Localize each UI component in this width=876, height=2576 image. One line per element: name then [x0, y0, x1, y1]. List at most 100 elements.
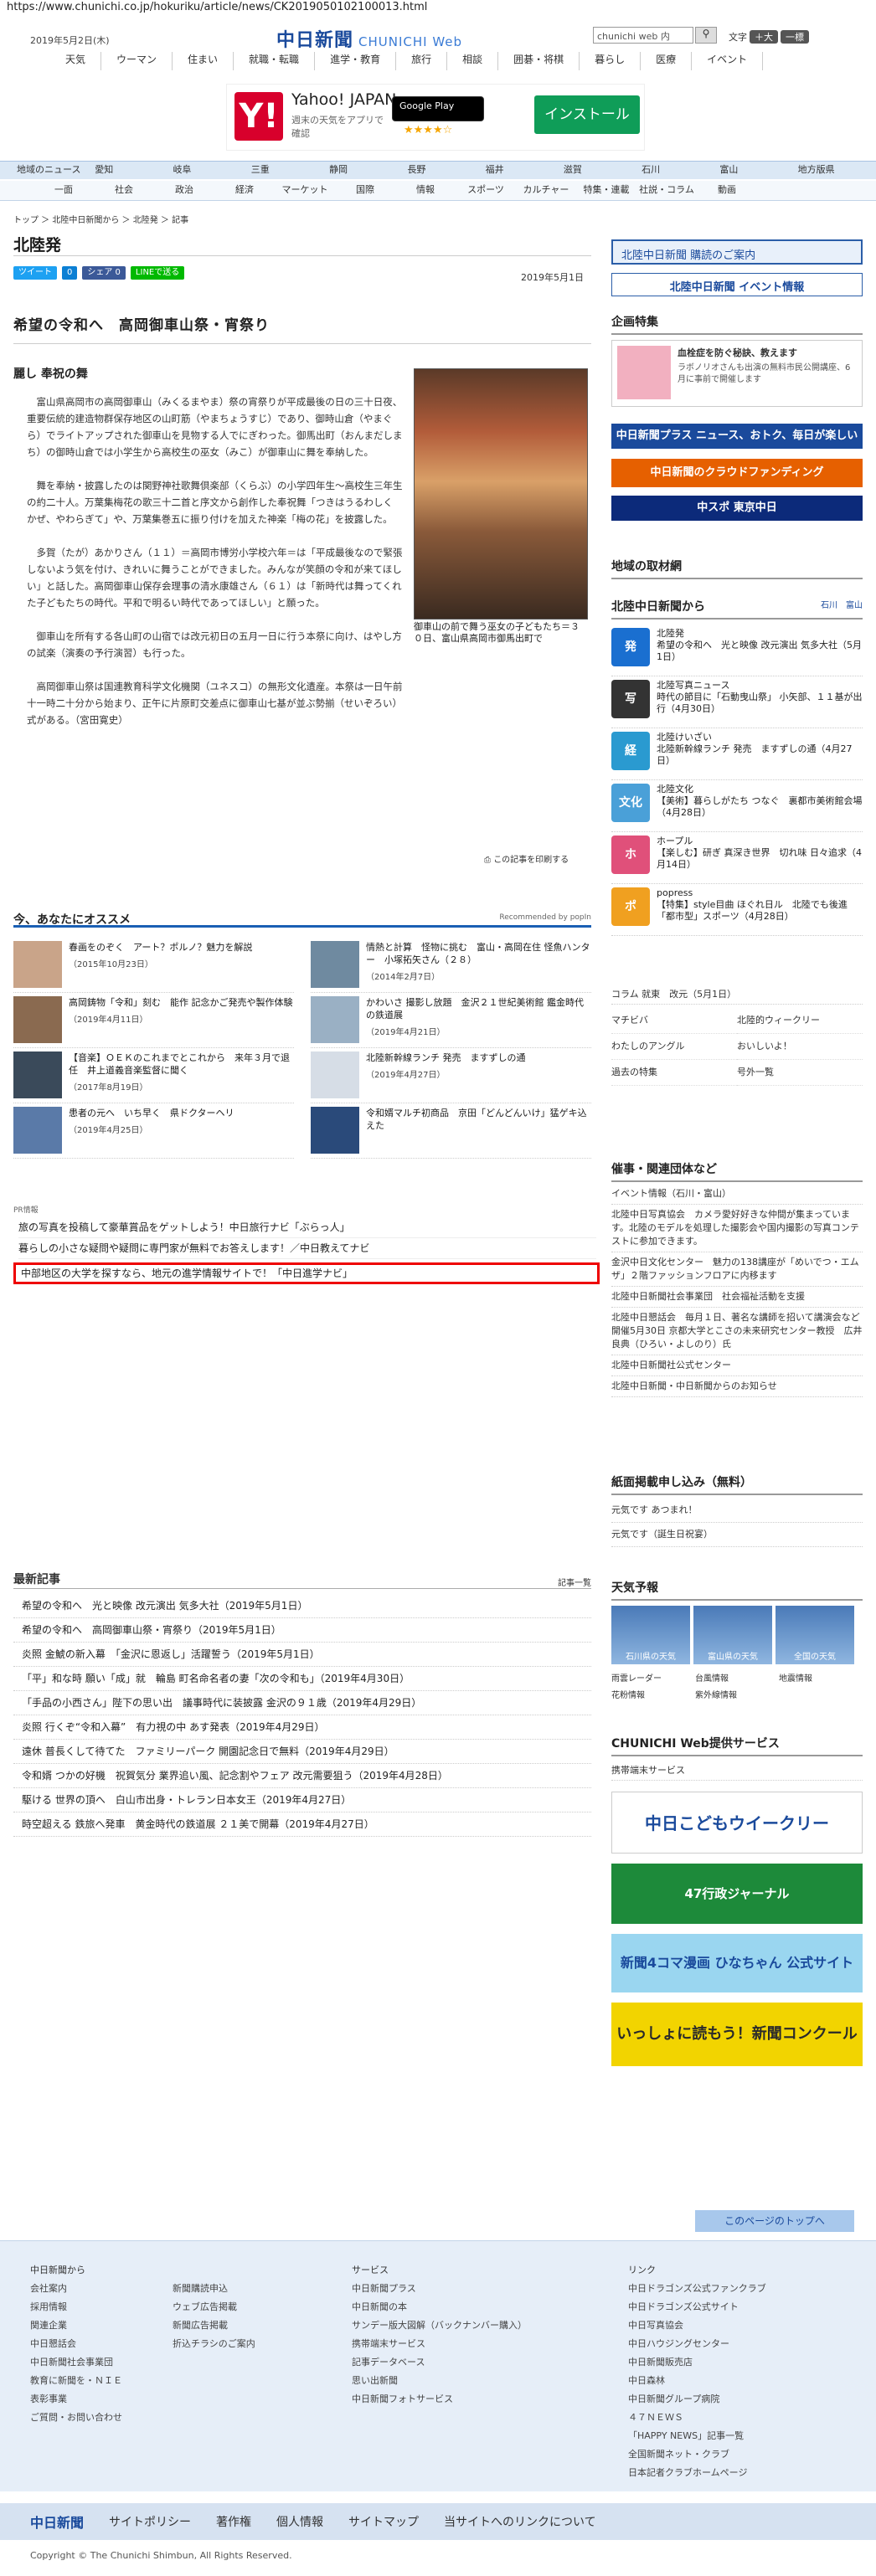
region-item[interactable]: 静岡: [329, 162, 407, 178]
pr-item[interactable]: 旅の写真を投稿して豪華賞品をゲットしよう！中日旅行ナビ「ぶらっ人」: [18, 1217, 596, 1238]
footer-link[interactable]: 関連企業: [30, 2316, 122, 2335]
event-item[interactable]: 北陸中日懇話会 毎月１日、著名な講師を招いて講演会など開催5月30日 京都大学と…: [611, 1308, 863, 1355]
g47-banner[interactable]: 47行政ジャーナル: [611, 1864, 863, 1924]
event-banner[interactable]: 北陸中日新聞 イベント情報: [611, 273, 863, 296]
hatena-button[interactable]: 0: [62, 266, 78, 280]
region-item[interactable]: 滋賀: [564, 162, 642, 178]
event-item[interactable]: イベント情報（石川・富山）: [611, 1184, 863, 1205]
url-bar[interactable]: https://www.chunichi.co.jp/hokuriku/arti…: [0, 0, 876, 15]
footer-link[interactable]: 中日ドラゴンズ公式サイト: [628, 2298, 766, 2316]
footer-link[interactable]: 「HAPPY NEWS」記事一覧: [628, 2427, 766, 2445]
recommend-item[interactable]: 春画をのぞく アート？ポルノ？魅力を解説 （2015年10月23日）: [13, 938, 294, 993]
chuspo-banner[interactable]: 中スポ 東京中日: [611, 496, 863, 521]
footer-link[interactable]: 会社案内: [30, 2280, 122, 2298]
latest-item[interactable]: 炎照 金鯱の新入幕 「金沢に恩返し」活躍誓う（2019年5月1日）: [13, 1643, 591, 1667]
footer-link[interactable]: 中日写真協会: [628, 2316, 766, 2335]
footer-link[interactable]: ご質問・お問い合わせ: [30, 2409, 122, 2427]
print-link[interactable]: ⎙ この記事を印刷する: [484, 852, 569, 865]
nav-item[interactable]: 暮らし: [580, 52, 642, 70]
category-item[interactable]: スポーツ: [456, 181, 516, 199]
chunichi-plus-banner[interactable]: 中日新聞プラス ニュース、おトク、毎日が楽しいサービス: [611, 424, 863, 467]
link-item[interactable]: 北陸的ウィークリー: [737, 1008, 863, 1034]
jisyu-heading[interactable]: 地域の取材網: [611, 558, 863, 579]
link-item[interactable]: わたしのアングル: [611, 1034, 737, 1060]
recommend-item[interactable]: かわいさ 撮影し放題 金沢２１世紀美術館 鑑金時代の鉄道展 （2019年4月21日…: [311, 993, 591, 1048]
recommend-item[interactable]: 令和婿マルチ初商品 京田「どんどんいけ」猛ゲキ込えた: [311, 1103, 591, 1159]
breadcrumb[interactable]: トップ ＞ 北陸中日新聞から ＞ 北陸発 ＞ 記事: [13, 213, 188, 225]
tweet-button[interactable]: ツイート: [13, 266, 57, 280]
weather-tile[interactable]: 石川県の天気: [611, 1606, 690, 1664]
article-photo[interactable]: [414, 368, 588, 620]
event-item[interactable]: 金沢中日文化センター 魅力の138講座が「めいでつ・エムザ」２階ファッションフロ…: [611, 1252, 863, 1287]
weather-tile[interactable]: 富山県の天気: [693, 1606, 772, 1664]
column-link[interactable]: コラム 就東 改元（5月1日）: [611, 985, 863, 1005]
footer-link[interactable]: 中日新聞社会事業団: [30, 2353, 122, 2372]
kodomo-banner[interactable]: 中日こどもウイークリー: [611, 1792, 863, 1854]
latest-item[interactable]: 駆ける 世界の頂へ 白山市出身・トレラン日本女王（2019年4月27日）: [13, 1788, 591, 1812]
recommend-item[interactable]: 情熱と計算 怪物に挑む 富山・高岡在住 怪魚ハンター 小塚拓矢さん（２８） （20…: [311, 938, 591, 993]
footer-link[interactable]: 記事データベース: [352, 2353, 527, 2372]
footer-link[interactable]: 全国新聞ネット・クラブ: [628, 2445, 766, 2464]
footer-link[interactable]: 中日新聞の本: [352, 2298, 527, 2316]
hokuriku-item[interactable]: 発北陸発 希望の令和へ 光と映像 改元演出 気多大社（5月1日）: [611, 625, 863, 676]
nav-item[interactable]: 囲碁・将棋: [498, 52, 580, 70]
link-item[interactable]: マチビバ: [611, 1008, 737, 1034]
weather-link[interactable]: 地震情報: [779, 1671, 863, 1688]
region-item[interactable]: 愛知: [95, 162, 173, 178]
region-item[interactable]: 地域のニュース: [17, 162, 95, 178]
latest-item[interactable]: 希望の令和へ 光と映像 改元演出 気多大社（2019年5月1日）: [13, 1594, 591, 1618]
hokuriku-region-links[interactable]: 石川 富山: [821, 598, 863, 610]
latest-item[interactable]: 「手品の小西さん」陛下の思い出 議事時代に装披露 金沢の９１歳（2019年4月2…: [13, 1691, 591, 1715]
weather-link[interactable]: 花粉情報: [611, 1688, 695, 1704]
recommend-by[interactable]: Recommended by popIn: [499, 913, 591, 922]
nav-item[interactable]: 進学・教育: [315, 52, 397, 70]
footer-link[interactable]: 携帯端末サービス: [352, 2335, 527, 2353]
hokuriku-item[interactable]: 写北陸写真ニュース 時代の節目に「石動曳山祭」 小矢部、１１基が出行（4月30日…: [611, 676, 863, 728]
hokuriku-item[interactable]: ホホープル 【楽しむ】研ぎ 真深き世界 切れ味 日々追求（4月14日）: [611, 832, 863, 884]
search-icon[interactable]: ⚲: [695, 27, 717, 44]
region-item[interactable]: 福井: [486, 162, 564, 178]
footer-link[interactable]: 中日新聞販売店: [628, 2353, 766, 2372]
region-item[interactable]: 地方版県: [798, 162, 876, 178]
page-top-button[interactable]: このページのトップへ: [695, 2210, 854, 2232]
latest-list-link[interactable]: 記事一覧: [558, 1576, 591, 1588]
footer-link[interactable]: ４７ＮＥＷＳ: [628, 2409, 766, 2427]
latest-item[interactable]: 炎照 行くぞ“令和入幕” 有力視の中 あす発表（2019年4月29日）: [13, 1715, 591, 1740]
hokuriku-item[interactable]: 文化 北陸文化 【美術】暮らしがたち つなぐ 裏都市美術館会場（4月28日）: [611, 780, 863, 832]
pr-highlight-item[interactable]: 中部地区の大学を探すなら、地元の進学情報サイトで！「中日進学ナビ」: [13, 1262, 600, 1284]
crowdfunding-banner[interactable]: 中日新聞のクラウドファンディング: [611, 459, 863, 487]
footer-link[interactable]: 折込チラシのご案内: [173, 2335, 255, 2353]
google-play-badge[interactable]: Google Play: [392, 96, 484, 121]
region-item[interactable]: 石川: [642, 162, 719, 178]
latest-item[interactable]: 希望の令和へ 高岡御車山祭・宵祭り（2019年5月1日）: [13, 1618, 591, 1643]
facebook-share-button[interactable]: シェア 0: [82, 266, 126, 280]
footer-link[interactable]: 中日新聞グループ病院: [628, 2390, 766, 2409]
nav-item[interactable]: 就職・転職: [234, 52, 316, 70]
hokuriku-item[interactable]: 経北陸けいざい 北陸新幹線ランチ 発売 ますずしの通（4月27日）: [611, 728, 863, 780]
nav-item[interactable]: 相談: [447, 52, 499, 70]
region-item[interactable]: 富山: [719, 162, 797, 178]
footer-link[interactable]: 中日懇話会: [30, 2335, 122, 2353]
event-item[interactable]: 北陸中日写真協会 カメラ愛好好きな仲間が集まっています。北陸のモデルを処理した撮…: [611, 1205, 863, 1252]
nav-item[interactable]: イベント: [692, 52, 764, 70]
paper-item[interactable]: 元気です（誕生日祝宴）: [611, 1523, 863, 1547]
footer-link[interactable]: 中日ドラゴンズ公式ファンクラブ: [628, 2280, 766, 2298]
recommend-item[interactable]: 北陸新幹線ランチ 発売 ますずしの通 （2019年4月27日）: [311, 1048, 591, 1103]
weather-link[interactable]: 紫外線情報: [695, 1688, 779, 1704]
install-button[interactable]: インストール: [534, 95, 640, 134]
recommend-item[interactable]: 高岡鋳物「令和」刻む 能作 記念かご発売や製作体験 （2019年4月11日）: [13, 993, 294, 1048]
paper-item[interactable]: 元気です あつまれ！: [611, 1499, 863, 1523]
footer-link[interactable]: 日本記者クラブホームページ: [628, 2464, 766, 2482]
footer-bar-link[interactable]: 当サイトへのリンクについて: [444, 2513, 596, 2530]
kikaku-box[interactable]: 血栓症を防ぐ秘訣、教えます ラボノリオさんも出演の無料市民公開講座、6月に事前で開…: [611, 340, 863, 407]
footer-link[interactable]: 表彰事業: [30, 2390, 122, 2409]
nav-item[interactable]: 住まい: [173, 52, 234, 70]
footer-link[interactable]: ウェブ広告掲載: [173, 2298, 255, 2316]
region-item[interactable]: 岐阜: [173, 162, 251, 178]
weather-link[interactable]: 雨雲レーダー: [611, 1671, 695, 1688]
category-item[interactable]: 一面: [33, 181, 94, 199]
footer-bar-link[interactable]: 著作権: [216, 2513, 251, 2530]
link-item[interactable]: 過去の特集: [611, 1060, 737, 1086]
hokuriku-item[interactable]: ポ popress 【特集】style目曲 ほぐれ日ル 北陸でも後進「都市型」スポ…: [611, 884, 863, 936]
footer-bar-link[interactable]: 個人情報: [276, 2513, 323, 2530]
